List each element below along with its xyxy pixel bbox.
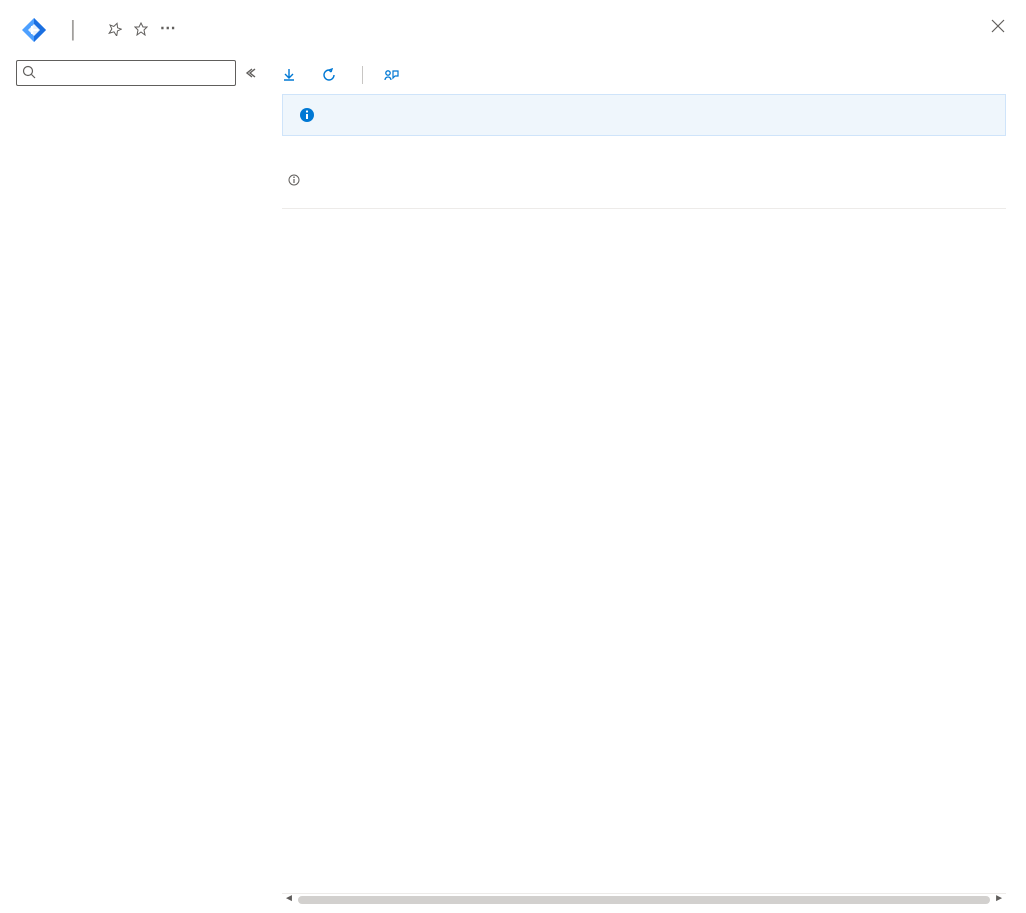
feedback-button[interactable] xyxy=(383,68,405,82)
main-content xyxy=(262,56,1026,905)
title-divider: | xyxy=(70,16,76,42)
info-banner xyxy=(282,94,1006,136)
blade-header: | ⋯ xyxy=(0,0,1026,56)
download-icon xyxy=(282,68,296,82)
toolbar xyxy=(282,60,1006,94)
feedback-icon xyxy=(383,68,399,82)
toolbar-divider xyxy=(362,66,363,84)
info-icon xyxy=(299,107,315,123)
search-input[interactable] xyxy=(16,60,236,86)
refresh-button[interactable] xyxy=(322,68,342,82)
assoc-route-table-row xyxy=(282,174,1006,186)
routes-table-wrapper[interactable] xyxy=(282,208,1006,893)
close-icon[interactable] xyxy=(990,18,1006,34)
download-button[interactable] xyxy=(282,68,302,82)
horizontal-scrollbar[interactable] xyxy=(282,893,1006,905)
favorite-icon[interactable] xyxy=(134,22,148,36)
refresh-icon xyxy=(322,68,336,82)
resource-icon xyxy=(20,16,48,44)
collapse-sidebar-icon[interactable] xyxy=(244,67,256,79)
more-icon[interactable]: ⋯ xyxy=(160,22,176,36)
pin-icon[interactable] xyxy=(108,22,122,36)
info-outline-icon[interactable] xyxy=(288,174,300,186)
search-icon xyxy=(22,65,36,79)
sidebar xyxy=(0,56,262,905)
